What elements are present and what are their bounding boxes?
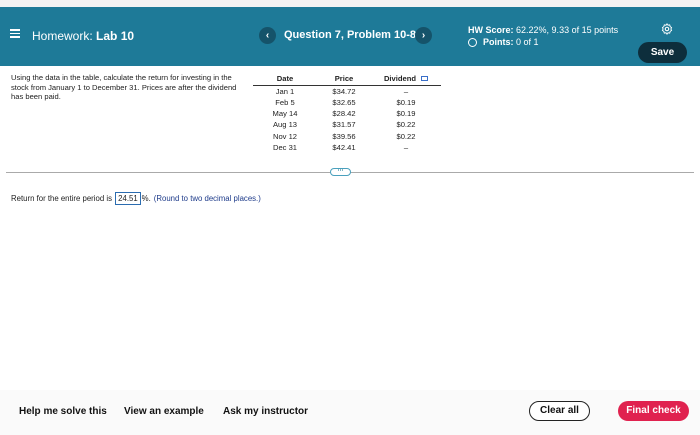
view-example-link[interactable]: View an example [124, 406, 204, 417]
points-label: Points: [483, 37, 514, 47]
final-check-button[interactable]: Final check [618, 401, 689, 421]
table-row: Jan 1 $34.72 – [253, 85, 441, 97]
table-header-row: Date Price Dividend [253, 72, 441, 86]
answer-suffix: %. [141, 194, 151, 203]
homework-title: Homework: Lab 10 [32, 29, 134, 43]
chevron-right-icon: › [421, 30, 426, 41]
points-circle-icon [468, 37, 477, 47]
question-label: Question 7, Problem 10-8 [284, 29, 417, 41]
help-me-solve-link[interactable]: Help me solve this [19, 406, 107, 417]
table-row: Dec 31 $42.41 – [253, 142, 441, 153]
copy-table-icon[interactable] [421, 76, 429, 82]
cell-date: Nov 12 [272, 131, 298, 141]
expand-more-button[interactable]: ⋯ [330, 168, 351, 176]
cell-dividend: $0.19 [396, 97, 416, 107]
cell-price: $39.56 [332, 131, 356, 141]
cell-price: $32.65 [332, 97, 356, 107]
homework-name: Lab 10 [96, 29, 135, 43]
homework-prefix: Homework: [32, 29, 93, 43]
cell-price: $31.57 [332, 120, 356, 130]
cell-date: Aug 13 [272, 120, 298, 130]
hw-score: HW Score: 62.22%, 9.33 of 15 points [468, 24, 618, 36]
cell-price: $34.72 [332, 86, 356, 96]
ask-instructor-link[interactable]: Ask my instructor [223, 406, 308, 417]
cell-price: $28.42 [332, 109, 356, 119]
answer-prefix: Return for the entire period is [11, 194, 112, 203]
stock-data-table: Date Price Dividend Jan 1 $34.72 – Feb 5… [253, 72, 441, 153]
points-value: 0 of 1 [516, 37, 539, 47]
footer-bar: Help me solve this View an example Ask m… [0, 390, 700, 435]
hamburger-menu-icon[interactable] [10, 29, 20, 38]
table-row: Aug 13 $31.57 $0.22 [253, 119, 441, 130]
cell-dividend: $0.19 [396, 109, 416, 119]
header-dividend: Dividend [371, 72, 441, 86]
table-row: Nov 12 $39.56 $0.22 [253, 131, 441, 142]
gear-svg [661, 23, 673, 35]
next-question-button[interactable]: › [415, 27, 432, 44]
hw-score-label: HW Score: [468, 25, 514, 35]
cell-date: Dec 31 [272, 142, 298, 152]
top-bar: Homework: Lab 10 ‹ Question 7, Problem 1… [0, 0, 700, 66]
cell-price: $42.41 [332, 142, 356, 152]
cell-dividend: – [403, 142, 409, 152]
cell-dividend: $0.22 [396, 120, 416, 130]
cell-date: Feb 5 [275, 97, 295, 107]
score-block: HW Score: 62.22%, 9.33 of 15 points Poin… [468, 24, 618, 48]
table-row: Feb 5 $32.65 $0.19 [253, 97, 441, 108]
cell-date: Jan 1 [275, 86, 295, 96]
question-prompt: Using the data in the table, calculate t… [11, 73, 237, 101]
chevron-left-icon: ‹ [265, 30, 270, 41]
cell-dividend: – [403, 86, 409, 96]
gear-icon[interactable] [661, 22, 673, 35]
points-row: Points: 0 of 1 [468, 36, 618, 48]
clear-all-button[interactable]: Clear all [529, 401, 590, 421]
header-date: Date [253, 72, 317, 86]
header-dividend-label: Dividend [383, 73, 417, 83]
cell-dividend: $0.22 [396, 131, 416, 141]
answer-line: Return for the entire period is 24.51%. … [11, 192, 261, 205]
previous-question-button[interactable]: ‹ [259, 27, 276, 44]
answer-hint: (Round to two decimal places.) [153, 194, 261, 203]
return-answer-input[interactable]: 24.51 [115, 192, 141, 205]
table-row: May 14 $28.42 $0.19 [253, 108, 441, 119]
header-price: Price [317, 72, 371, 86]
cell-date: May 14 [272, 109, 298, 119]
hw-score-value: 62.22%, 9.33 of 15 points [516, 25, 619, 35]
save-button[interactable]: Save [638, 42, 687, 63]
